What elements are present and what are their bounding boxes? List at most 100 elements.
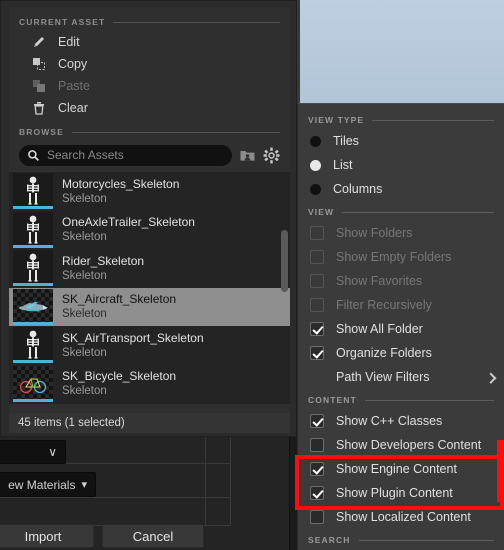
content-item-show-plugin-content[interactable]: Show Plugin Content bbox=[298, 481, 504, 505]
checkbox-checked-icon bbox=[310, 462, 324, 476]
asset-picker-popup: CURRENT ASSET Edit Copy Paste Clear BROW… bbox=[0, 0, 297, 437]
chevron-right-icon bbox=[485, 372, 497, 384]
section-divider bbox=[358, 539, 494, 541]
content-item-show-developers-content[interactable]: Show Developers Content bbox=[298, 433, 504, 457]
thumb-accent-bar bbox=[13, 321, 53, 325]
dropdown-top[interactable]: ∨ bbox=[0, 440, 66, 464]
status-text: 45 items (1 selected) bbox=[18, 417, 125, 429]
list-item[interactable]: SK_AirTransport_Skeleton Skeleton bbox=[9, 326, 290, 365]
option-label: Path View Filters bbox=[336, 370, 430, 384]
checkbox-icon bbox=[310, 510, 324, 524]
import-button-label: Import bbox=[24, 528, 62, 544]
list-item[interactable]: Rider_Skeleton Skeleton bbox=[9, 249, 290, 288]
asset-list-scrollbar[interactable] bbox=[281, 230, 288, 292]
asset-type: Skeleton bbox=[62, 231, 107, 244]
radio-icon bbox=[310, 183, 321, 195]
skeleton-figure-thumbnail bbox=[13, 173, 53, 210]
option-label: List bbox=[333, 158, 353, 172]
current-asset-header-label: CURRENT ASSET bbox=[19, 17, 106, 27]
thumb-accent-bar bbox=[13, 398, 53, 402]
view-item-show-folders: Show Folders bbox=[298, 221, 504, 245]
thumb-accent-bar bbox=[13, 283, 53, 287]
content-item-show-localized-content[interactable]: Show Localized Content bbox=[298, 505, 504, 529]
checkbox-icon bbox=[310, 226, 324, 240]
option-label: Show Engine Content bbox=[336, 462, 457, 476]
menu-item-label: Edit bbox=[58, 35, 80, 49]
section-divider bbox=[372, 119, 494, 121]
skeleton-figure-thumbnail bbox=[13, 327, 53, 364]
content-item-show-cpp-classes[interactable]: Show C++ Classes bbox=[298, 409, 504, 433]
menu-item-paste: Paste bbox=[9, 75, 290, 97]
thumb-accent-bar bbox=[13, 244, 53, 248]
asset-list[interactable]: Motorcycles_Skeleton Skeleton OneAxleTra… bbox=[9, 172, 290, 404]
list-item-text: OneAxleTrailer_Skeleton Skeleton bbox=[62, 215, 195, 244]
list-item[interactable]: OneAxleTrailer_Skeleton Skeleton bbox=[9, 211, 290, 250]
asset-name: OneAxleTrailer_Skeleton bbox=[62, 215, 195, 230]
bicycle-mesh-thumbnail bbox=[13, 365, 53, 402]
import-button[interactable]: Import bbox=[0, 524, 94, 548]
thumb-accent-bar bbox=[13, 206, 53, 210]
list-item-text: Rider_Skeleton Skeleton bbox=[62, 254, 144, 283]
skeleton-figure-thumbnail bbox=[13, 211, 53, 248]
view-item-filter-recursively: Filter Recursively bbox=[298, 293, 504, 317]
list-item[interactable]: Motorcycles_Skeleton Skeleton bbox=[9, 172, 290, 211]
viewport-sky bbox=[300, 0, 504, 103]
view-item-organize-folders[interactable]: Organize Folders bbox=[298, 341, 504, 365]
view-type-option-columns[interactable]: Columns bbox=[298, 177, 504, 201]
grid-divider bbox=[205, 437, 206, 525]
view-item-show-empty-folders: Show Empty Folders bbox=[298, 245, 504, 269]
option-label: Filter Recursively bbox=[336, 298, 432, 312]
option-label: Show All Folder bbox=[336, 322, 423, 336]
asset-type: Skeleton bbox=[62, 308, 107, 321]
cancel-button[interactable]: Cancel bbox=[102, 524, 204, 548]
option-label: Show Plugin Content bbox=[336, 486, 453, 500]
menu-item-clear[interactable]: Clear bbox=[9, 97, 290, 119]
view-section-header: VIEW bbox=[298, 203, 504, 221]
menu-item-edit[interactable]: Edit bbox=[9, 31, 290, 53]
section-divider bbox=[342, 211, 494, 213]
radio-selected-icon bbox=[310, 159, 321, 171]
dropdown-materials[interactable]: ew Materials ▾ bbox=[0, 472, 96, 497]
asset-name: Rider_Skeleton bbox=[62, 253, 145, 268]
asset-type: Skeleton bbox=[62, 385, 107, 398]
view-type-option-list[interactable]: List bbox=[298, 153, 504, 177]
browse-section-header: BROWSE bbox=[9, 123, 290, 141]
asset-type: Skeleton bbox=[62, 192, 107, 205]
menu-item-copy[interactable]: Copy bbox=[9, 53, 290, 75]
option-label: Columns bbox=[333, 182, 383, 196]
status-bar: 45 items (1 selected) bbox=[9, 413, 290, 433]
list-item-text: SK_Aircraft_Skeleton Skeleton bbox=[62, 292, 176, 321]
screen-root: CURRENT ASSET Edit Copy Paste Clear BROW… bbox=[0, 0, 504, 550]
list-item[interactable]: SK_Bicycle_Skeleton Skeleton bbox=[9, 365, 290, 404]
dialog-button-row: Import Cancel bbox=[0, 524, 204, 548]
asset-name: SK_Aircraft_Skeleton bbox=[62, 292, 177, 307]
current-asset-section-header: CURRENT ASSET bbox=[9, 13, 290, 31]
section-divider bbox=[364, 399, 494, 401]
section-divider bbox=[113, 21, 280, 23]
radio-icon bbox=[310, 135, 321, 147]
content-item-show-engine-content[interactable]: Show Engine Content bbox=[298, 457, 504, 481]
list-item-text: SK_AirTransport_Skeleton Skeleton bbox=[62, 331, 204, 360]
checkbox-icon bbox=[310, 438, 324, 452]
option-label: Show C++ Classes bbox=[336, 414, 443, 428]
checkbox-checked-icon bbox=[310, 322, 324, 336]
checkbox-checked-icon bbox=[310, 346, 324, 360]
copy-icon bbox=[31, 56, 47, 72]
sources-folder-icon[interactable] bbox=[239, 147, 256, 164]
view-header-label: VIEW bbox=[308, 207, 335, 217]
paste-icon bbox=[31, 78, 47, 94]
dropdown-materials-label: ew Materials bbox=[8, 477, 76, 492]
cancel-button-label: Cancel bbox=[132, 528, 174, 544]
list-item-selected[interactable]: SK_Aircraft_Skeleton Skeleton bbox=[9, 287, 290, 326]
view-item-show-favorites: Show Favorites bbox=[298, 269, 504, 293]
view-item-show-all-folder[interactable]: Show All Folder bbox=[298, 317, 504, 341]
menu-item-label: Paste bbox=[58, 79, 90, 93]
checkbox-checked-icon bbox=[310, 414, 324, 428]
view-type-option-tiles[interactable]: Tiles bbox=[298, 129, 504, 153]
grid-divider bbox=[0, 497, 230, 498]
view-type-header-label: VIEW TYPE bbox=[308, 115, 365, 125]
gear-icon[interactable] bbox=[263, 147, 280, 164]
view-item-path-view-filters[interactable]: Path View Filters bbox=[298, 365, 504, 389]
search-input[interactable]: Search Assets bbox=[19, 144, 232, 166]
thumb-accent-bar bbox=[13, 360, 53, 364]
